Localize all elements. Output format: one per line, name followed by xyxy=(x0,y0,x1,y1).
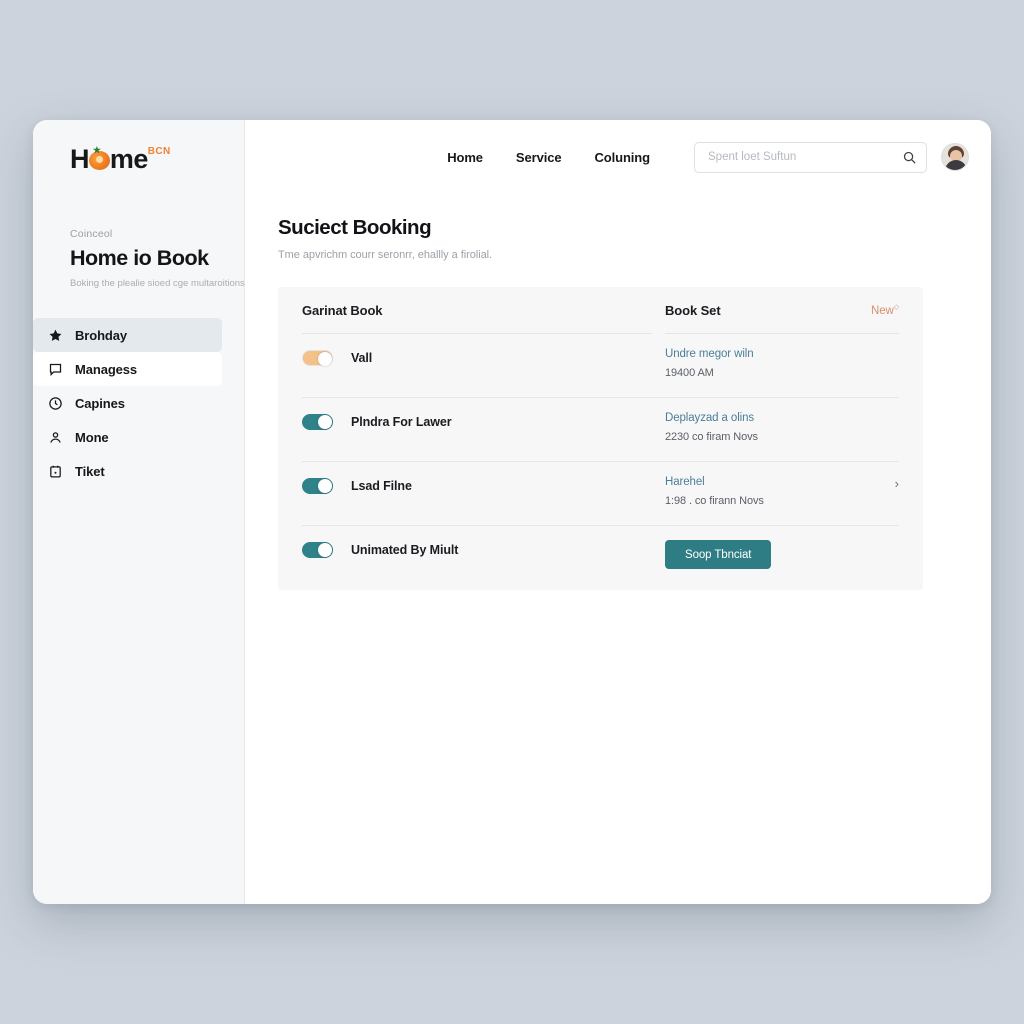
chevron-right-icon[interactable]: › xyxy=(895,476,899,491)
sidebar-eyebrow: Coinceol xyxy=(70,228,113,240)
brand-superscript: BCN xyxy=(147,146,171,157)
row-title: Lsad Filne xyxy=(351,479,412,493)
row-toggle[interactable] xyxy=(302,478,333,494)
row-meta: 2230 co firam Novs xyxy=(665,431,758,443)
row-title: Vall xyxy=(351,351,373,365)
brand-name-part1: H xyxy=(70,144,90,174)
table-row: Vall Undre megor wiln 19400 AM xyxy=(302,334,899,398)
sidebar-item-label: Capines xyxy=(75,395,125,411)
new-action-link[interactable]: New◇ xyxy=(871,303,899,317)
content: Suciect Booking Tme apvrichm courr seron… xyxy=(245,194,991,590)
sidebar-item-label: Managess xyxy=(75,361,138,377)
top-nav: Home Service Coluning xyxy=(447,150,650,165)
card-header-right-label: Book Set xyxy=(665,302,721,318)
message-icon xyxy=(48,362,63,377)
booking-card: Garinat Book Book Set New◇ Vall Undre me… xyxy=(278,287,923,590)
row-meta: 1:98 . co firann Novs xyxy=(665,495,764,507)
sidebar-header: Coinceol Home io Book Boking the plealie… xyxy=(33,194,245,290)
sidebar-nav: Brohday Managess Capines Mone Tiket xyxy=(33,318,244,488)
clock-icon xyxy=(48,396,63,411)
sidebar: H ★ me BCN Coinceol Home io Book Boking … xyxy=(33,120,245,904)
card-header-divider xyxy=(302,333,899,334)
sidebar-item-tiket[interactable]: Tiket xyxy=(33,454,222,488)
main-area: Home Service Coluning Suciect Booking Tm… xyxy=(245,120,991,904)
sidebar-subtitle: Boking the plealie sioed cge multaroitio… xyxy=(70,277,245,289)
brand-logo[interactable]: H ★ me BCN xyxy=(33,120,244,194)
sidebar-item-label: Tiket xyxy=(75,463,105,479)
row-link[interactable]: Harehel xyxy=(665,476,764,488)
sidebar-title: Home io Book xyxy=(70,246,209,270)
page-title: Suciect Booking xyxy=(278,216,432,239)
person-icon xyxy=(48,430,63,445)
row-toggle[interactable] xyxy=(302,350,333,366)
row-link[interactable]: Deplayzad a olins xyxy=(665,412,758,424)
table-row: Plndra For Lawer Deplayzad a olins 2230 … xyxy=(302,398,899,462)
sidebar-item-managess[interactable]: Managess xyxy=(33,352,222,387)
sidebar-item-label: Mone xyxy=(75,429,109,445)
search-input[interactable] xyxy=(708,151,902,163)
card-header-left-label: Garinat Book xyxy=(302,302,383,318)
sidebar-item-label: Brohday xyxy=(75,327,128,343)
brand-name-part2: me xyxy=(109,144,148,174)
row-title: Unimated By Miult xyxy=(351,543,459,557)
top-nav-item-service[interactable]: Service xyxy=(516,150,562,165)
search-icon[interactable] xyxy=(902,150,917,165)
top-nav-item-coluning[interactable]: Coluning xyxy=(594,150,650,165)
topbar: Home Service Coluning xyxy=(245,120,991,194)
sidebar-item-brohday[interactable]: Brohday xyxy=(33,318,222,353)
clipboard-icon xyxy=(48,464,63,479)
tomato-icon: ★ xyxy=(88,146,110,170)
sidebar-item-mone[interactable]: Mone xyxy=(33,420,222,454)
app-window: H ★ me BCN Coinceol Home io Book Boking … xyxy=(33,120,991,904)
row-link[interactable]: Undre megor wiln xyxy=(665,348,754,360)
table-row: Lsad Filne Harehel 1:98 . co firann Novs… xyxy=(302,462,899,526)
star-icon xyxy=(48,328,63,343)
card-header: Garinat Book Book Set New◇ xyxy=(302,287,899,333)
row-meta: 19400 AM xyxy=(665,367,714,379)
top-nav-item-home[interactable]: Home xyxy=(447,150,483,165)
search-box[interactable] xyxy=(694,141,927,173)
row-toggle[interactable] xyxy=(302,414,333,430)
sidebar-item-capines[interactable]: Capines xyxy=(33,386,222,420)
brand-logo-text: H ★ me BCN xyxy=(70,146,171,173)
row-title: Plndra For Lawer xyxy=(351,415,452,429)
page-subtitle: Tme apvrichm courr seronrr, ehallly a fi… xyxy=(278,249,493,261)
avatar[interactable] xyxy=(941,143,969,171)
primary-action-button[interactable]: Soop Tbnciat xyxy=(665,540,772,569)
table-row: Unimated By Miult Soop Tbnciat xyxy=(302,526,899,590)
row-toggle[interactable] xyxy=(302,542,333,558)
